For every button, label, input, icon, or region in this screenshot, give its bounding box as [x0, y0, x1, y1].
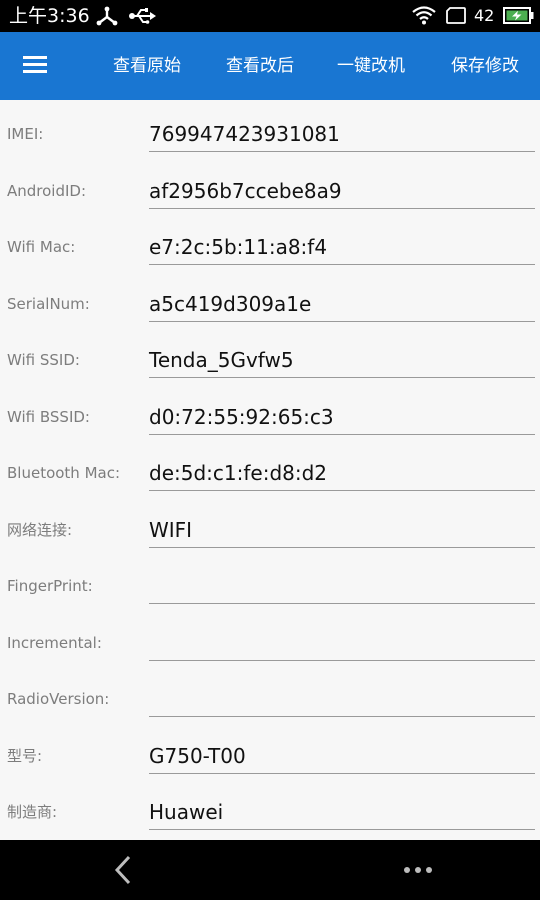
radio-version-input[interactable]	[149, 673, 535, 717]
view-modified-button[interactable]: 查看改后	[221, 54, 299, 78]
usb-debug-icon	[96, 6, 118, 26]
bluetooth-mac-row: Bluetooth Mac: de:5d:c1:fe:d8:d2	[0, 443, 540, 499]
incremental-input[interactable]	[149, 617, 535, 661]
back-icon[interactable]	[106, 852, 140, 888]
wifi-ssid-row: Wifi SSID: Tenda_5Gvfw5	[0, 330, 540, 386]
save-changes-button[interactable]: 保存修改	[446, 54, 524, 78]
fingerprint-row: FingerPrint:	[0, 556, 540, 612]
view-original-button[interactable]: 查看原始	[108, 54, 186, 78]
wifi-bssid-value: d0:72:55:92:65:c3	[149, 405, 334, 429]
status-time: 上午3:36	[9, 5, 90, 27]
battery-charging-icon	[503, 7, 534, 24]
hamburger-menu-icon	[23, 56, 47, 59]
phone-icon	[446, 7, 466, 24]
imei-value: 769947423931081	[149, 122, 340, 146]
model-label: 型号:	[7, 747, 43, 765]
android-id-label: AndroidID:	[7, 182, 87, 200]
incremental-label: Incremental:	[7, 634, 102, 652]
wifi-ssid-label: Wifi SSID:	[7, 351, 80, 369]
android-id-row: AndroidID: af2956b7ccebe8a9	[0, 161, 540, 217]
serial-num-row: SerialNum: a5c419d309a1e	[0, 274, 540, 330]
bluetooth-mac-input[interactable]: de:5d:c1:fe:d8:d2	[149, 447, 535, 491]
usb-icon	[129, 8, 156, 24]
serial-num-value: a5c419d309a1e	[149, 292, 312, 316]
radio-version-label: RadioVersion:	[7, 690, 110, 708]
incremental-row: Incremental:	[0, 613, 540, 669]
serial-num-input[interactable]: a5c419d309a1e	[149, 278, 535, 322]
signal-level-text: 42	[474, 6, 495, 25]
bluetooth-mac-value: de:5d:c1:fe:d8:d2	[149, 461, 328, 485]
network-connection-label: 网络连接:	[7, 521, 73, 539]
wifi-mac-input[interactable]: e7:2c:5b:11:a8:f4	[149, 221, 535, 265]
network-connection-row: 网络连接: WIFI	[0, 500, 540, 556]
imei-label: IMEI:	[7, 125, 44, 143]
manufacturer-row: 制造商: Huawei	[0, 782, 540, 838]
device-info-form: IMEI: 769947423931081 AndroidID: af2956b…	[0, 100, 540, 840]
wifi-bssid-label: Wifi BSSID:	[7, 408, 90, 426]
wifi-ssid-value: Tenda_5Gvfw5	[149, 348, 294, 372]
one-click-modify-button[interactable]: 一键改机	[332, 54, 410, 78]
navigation-bar	[0, 840, 540, 900]
model-value: G750-T00	[149, 744, 246, 768]
wifi-mac-row: Wifi Mac: e7:2c:5b:11:a8:f4	[0, 217, 540, 273]
menu-button[interactable]	[12, 44, 58, 88]
network-connection-value: WIFI	[149, 518, 193, 542]
radio-version-row: RadioVersion:	[0, 669, 540, 725]
app-toolbar: 查看原始 查看改后 一键改机 保存修改	[0, 32, 540, 100]
wifi-mac-label: Wifi Mac:	[7, 238, 76, 256]
fingerprint-label: FingerPrint:	[7, 577, 93, 595]
manufacturer-label: 制造商:	[7, 803, 58, 821]
imei-row: IMEI: 769947423931081	[0, 104, 540, 160]
wifi-bssid-row: Wifi BSSID: d0:72:55:92:65:c3	[0, 387, 540, 443]
serial-num-label: SerialNum:	[7, 295, 90, 313]
model-row: 型号: G750-T00	[0, 726, 540, 782]
wifi-mac-value: e7:2c:5b:11:a8:f4	[149, 235, 328, 259]
android-id-value: af2956b7ccebe8a9	[149, 179, 342, 203]
bluetooth-mac-label: Bluetooth Mac:	[7, 464, 121, 482]
wifi-bssid-input[interactable]: d0:72:55:92:65:c3	[149, 391, 535, 435]
status-bar: 上午3:36 42	[0, 0, 540, 32]
network-connection-input[interactable]: WIFI	[149, 504, 535, 548]
manufacturer-value: Huawei	[149, 800, 224, 824]
fingerprint-input[interactable]	[149, 560, 535, 604]
wifi-ssid-input[interactable]: Tenda_5Gvfw5	[149, 334, 535, 378]
manufacturer-input[interactable]: Huawei	[149, 786, 535, 830]
android-id-input[interactable]: af2956b7ccebe8a9	[149, 165, 535, 209]
model-input[interactable]: G750-T00	[149, 730, 535, 774]
more-icon[interactable]	[400, 860, 436, 880]
wifi-icon	[412, 6, 436, 25]
imei-input[interactable]: 769947423931081	[149, 108, 535, 152]
